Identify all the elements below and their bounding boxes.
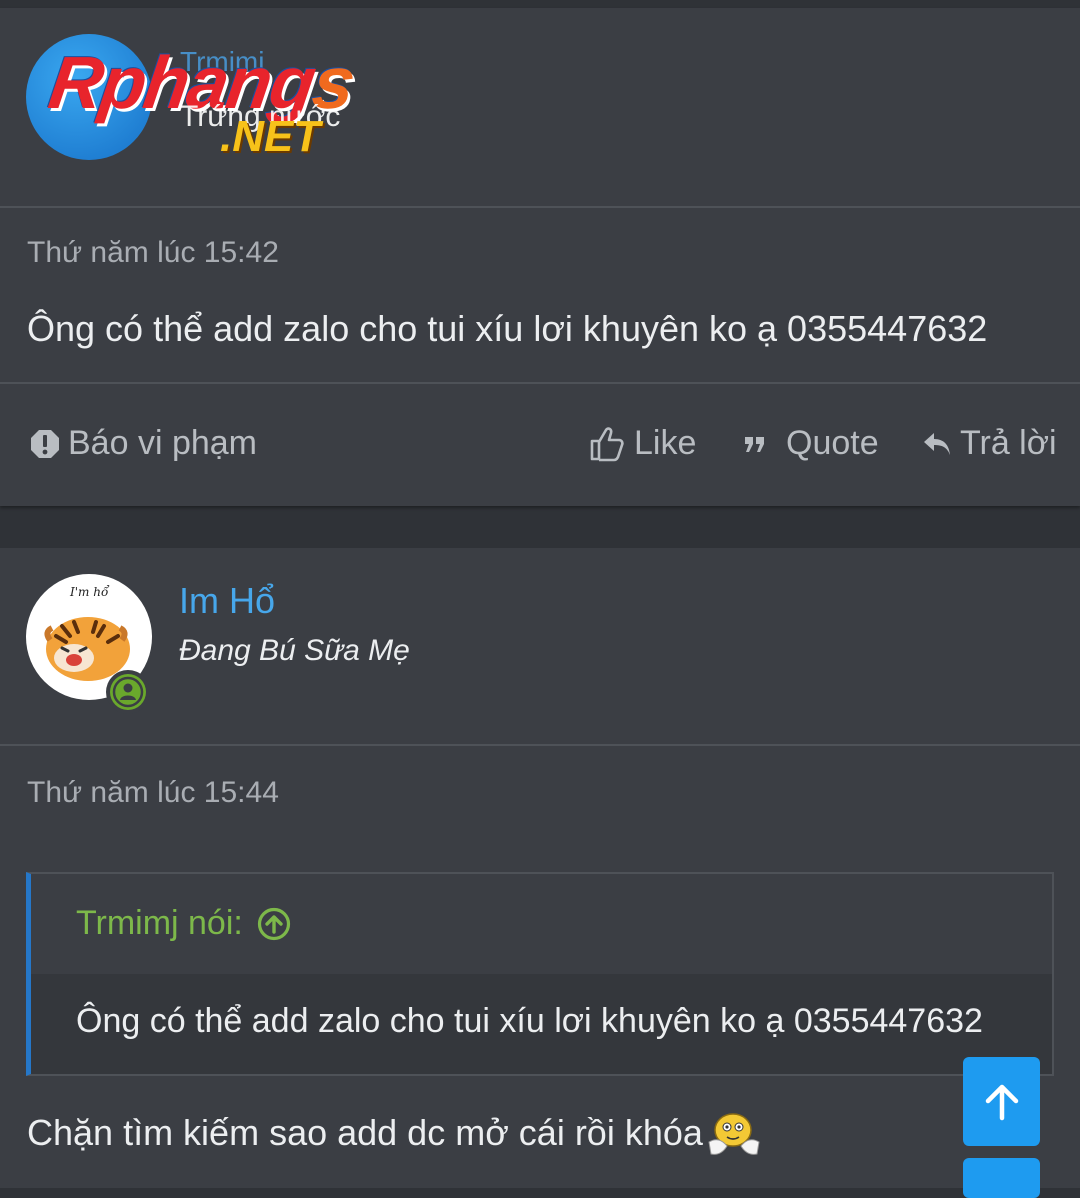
user-online-icon <box>110 674 146 710</box>
post-card: I'm hổ Im Hổ Đang Bú Sữa Mẹ Thứ năm lúc … <box>0 548 1080 1188</box>
quote-button[interactable]: Quote <box>744 424 879 463</box>
quote-body: Ông có thể add zalo cho tui xíu lơi khuy… <box>31 974 1052 1074</box>
quote-author-link[interactable]: Trmimj nói: <box>76 904 291 943</box>
avatar-caption: I'm hổ <box>69 584 110 599</box>
report-button[interactable]: Báo vi phạm <box>30 424 257 463</box>
post-timestamp[interactable]: Thứ năm lúc 15:44 <box>27 776 279 810</box>
post-header: I'm hổ Im Hổ Đang Bú Sữa Mẹ <box>0 548 1080 746</box>
post-message: Chặn tìm kiếm sao add dc mở cái rồi khóa <box>27 1108 765 1158</box>
post-message-text: Chặn tìm kiếm sao add dc mở cái rồi khóa <box>27 1112 703 1153</box>
quote-author-label: Trmimj nói: <box>76 904 243 942</box>
post-timestamp[interactable]: Thứ năm lúc 15:42 <box>27 236 279 270</box>
quote-icon <box>745 436 764 452</box>
quote-label: Quote <box>786 424 879 462</box>
user-avatar-logo[interactable]: Trmimj Rphangs Trứng nước .NET <box>26 34 386 174</box>
post-actions: Báo vi phạm Like Quote Trả lời <box>0 382 1080 508</box>
logo-suffix: .NET <box>220 112 321 161</box>
post-header: Trmimj Rphangs Trứng nước .NET <box>0 8 1080 208</box>
like-button[interactable]: Like <box>588 424 696 463</box>
reply-icon <box>924 432 950 455</box>
username-link[interactable]: Im Hổ <box>179 580 275 622</box>
reply-button[interactable]: Trả lời <box>922 424 1057 463</box>
online-status-badge <box>106 670 150 714</box>
thumbs-up-icon <box>590 426 624 461</box>
scroll-to-top-button[interactable] <box>963 1057 1040 1146</box>
post-card: Trmimj Rphangs Trứng nước .NET Thứ năm l… <box>0 8 1080 506</box>
scroll-to-bottom-button[interactable] <box>963 1158 1040 1198</box>
report-label: Báo vi phạm <box>68 424 257 462</box>
quote-text: Ông có thể add zalo cho tui xíu lơi khuy… <box>76 1002 983 1040</box>
quote-header: Trmimj nói: <box>31 874 1052 974</box>
like-label: Like <box>634 424 697 462</box>
quote-block: Trmimj nói: Ông có thể add zalo cho tui … <box>26 872 1054 1076</box>
emoji-sticker-icon <box>708 1113 760 1155</box>
arrow-up-icon <box>985 1084 1018 1120</box>
user-title: Đang Bú Sữa Mẹ <box>179 634 410 667</box>
post-message: Ông có thể add zalo cho tui xíu lơi khuy… <box>27 308 988 349</box>
arrow-up-circle-icon <box>257 907 290 940</box>
warning-icon <box>31 429 59 458</box>
reply-label: Trả lời <box>960 424 1057 462</box>
